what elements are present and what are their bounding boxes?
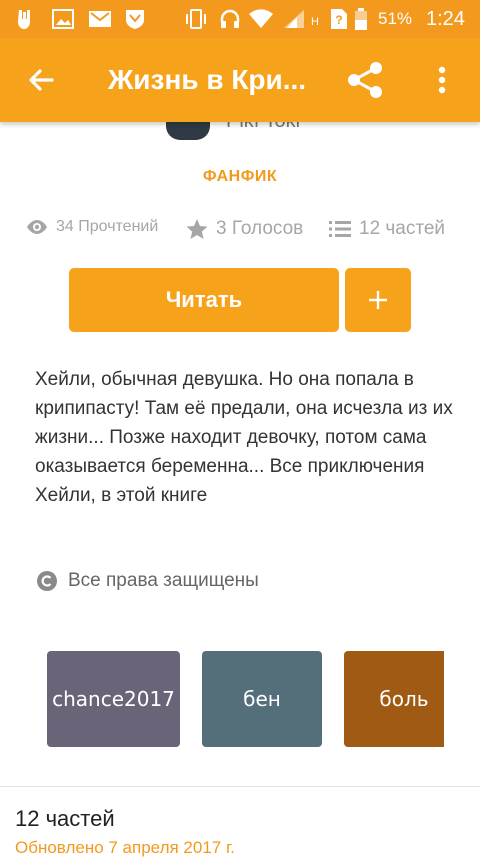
reads-count: 34 Прочтений	[56, 218, 159, 235]
network-type-label: H	[311, 16, 319, 28]
shield-app-icon	[124, 8, 146, 30]
share-icon[interactable]	[344, 58, 388, 102]
tag-label: бен	[243, 687, 281, 711]
tag-chip[interactable]: бен	[202, 651, 322, 747]
vibrate-icon	[184, 8, 208, 30]
story-category[interactable]: ФАНФИК	[0, 168, 480, 186]
tag-label: боль	[379, 687, 429, 711]
add-to-library-button[interactable]	[345, 268, 411, 332]
app-toolbar: Жизнь в Кри...	[0, 38, 480, 122]
reads-stat: 34 Прочтений	[26, 218, 158, 236]
signal-icon	[282, 8, 306, 30]
eye-icon	[27, 220, 47, 234]
story-description: Хейли, обычная девушка. Но она попала в …	[35, 369, 453, 506]
rock-hand-icon	[14, 8, 36, 30]
battery-icon	[354, 8, 368, 30]
tag-chip[interactable]: chance2017	[47, 651, 180, 747]
battery-percent: 51%	[378, 9, 413, 28]
votes-stat: 3 Голосов	[186, 218, 303, 240]
votes-count: 3 Голосов	[216, 218, 304, 239]
headphones-icon	[218, 8, 242, 30]
clock: 1:24	[426, 8, 465, 30]
copyright-icon	[37, 571, 57, 591]
story-stats: 34 Прочтений 3 Голосов 12 частей	[0, 218, 480, 244]
copyright-info: Все права защищены	[36, 570, 259, 592]
story-title: Жизнь в Кри...	[108, 64, 307, 95]
sim-unknown-icon: ?	[330, 8, 348, 30]
gmail-icon	[88, 8, 112, 30]
more-options-icon[interactable]	[428, 60, 456, 100]
back-arrow-icon[interactable]	[22, 60, 62, 100]
status-bar: H ? 51% 1:24	[0, 0, 480, 38]
parts-section-title[interactable]: 12 частей	[15, 806, 115, 832]
parts-stat: 12 частей	[329, 218, 445, 240]
parts-count: 12 частей	[359, 218, 446, 239]
image-icon	[52, 8, 74, 30]
wifi-icon	[248, 8, 274, 30]
rights-label: Все права защищены	[68, 570, 259, 591]
updated-date: Обновлено 7 апреля 2017 г.	[15, 838, 235, 857]
star-icon	[186, 219, 208, 239]
svg-text:?: ?	[335, 13, 342, 27]
section-divider	[0, 786, 480, 787]
tag-label: chance2017	[52, 687, 175, 711]
read-button[interactable]: Читать	[69, 268, 339, 332]
plus-icon	[369, 291, 387, 309]
tag-chip[interactable]: боль	[344, 651, 444, 747]
tags-row: chance2017 бен боль	[0, 651, 444, 747]
list-icon	[329, 221, 351, 237]
